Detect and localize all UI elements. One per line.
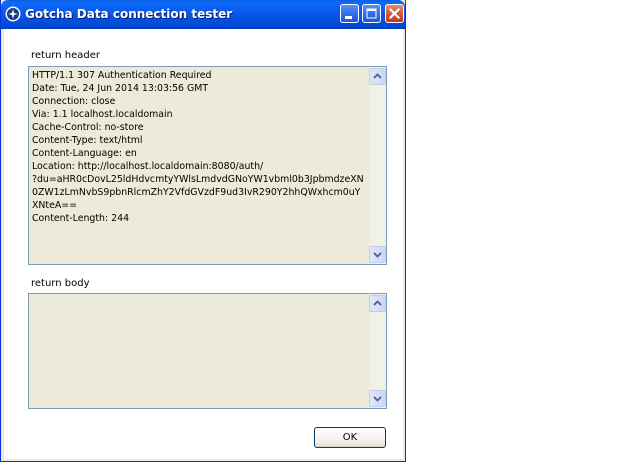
- close-icon: [388, 7, 401, 20]
- header-line: XNteA==: [32, 200, 78, 211]
- return-body-textarea[interactable]: [28, 293, 387, 409]
- header-scroll-up-button[interactable]: [369, 68, 386, 85]
- header-line: 0ZW1zLmNvbS9pbnRlcmZhY2VfdGVzdF9ud3IvR29…: [32, 187, 361, 198]
- body-scroll-up-button[interactable]: [369, 295, 386, 312]
- chevron-down-icon: [373, 396, 382, 402]
- header-line: Content-Length: 244: [32, 213, 130, 224]
- header-line: ?du=aHR0cDovL25ldHdvcmtyYWlsLmdvdGNoYW1v…: [32, 174, 364, 185]
- chevron-up-icon: [373, 300, 382, 306]
- header-scroll-down-button[interactable]: [369, 246, 386, 263]
- header-line: HTTP/1.1 307 Authentication Required: [32, 70, 212, 81]
- title-bar[interactable]: Gotcha Data connection tester: [1, 0, 405, 29]
- minimize-icon: [345, 16, 352, 19]
- body-scroll-down-button[interactable]: [369, 390, 386, 407]
- return-header-label: return header: [31, 50, 100, 61]
- header-vertical-scrollbar[interactable]: [369, 67, 386, 264]
- return-header-textarea[interactable]: HTTP/1.1 307 Authentication Required Date…: [28, 66, 387, 265]
- chevron-down-icon: [373, 252, 382, 258]
- window-title: Gotcha Data connection tester: [25, 7, 233, 21]
- dialog-window: Gotcha Data connection tester return hea…: [0, 0, 406, 462]
- body-vertical-scrollbar[interactable]: [369, 294, 386, 408]
- minimize-button[interactable]: [340, 4, 359, 23]
- return-body-label: return body: [31, 278, 90, 289]
- header-line: Content-Language: en: [32, 148, 137, 159]
- chevron-up-icon: [373, 73, 382, 79]
- app-icon: [5, 6, 21, 22]
- header-line: Location: http://localhost.localdomain:8…: [32, 161, 264, 172]
- close-button[interactable]: [385, 4, 404, 23]
- maximize-icon: [366, 8, 377, 19]
- header-line: Cache-Control: no-store: [32, 122, 144, 133]
- return-header-text: HTTP/1.1 307 Authentication Required Date…: [32, 69, 366, 225]
- header-line: Content-Type: text/html: [32, 135, 143, 146]
- maximize-button[interactable]: [362, 4, 381, 23]
- header-line: Date: Tue, 24 Jun 2014 13:03:56 GMT: [32, 83, 209, 94]
- header-line: Via: 1.1 localhost.localdomain: [32, 109, 173, 120]
- header-line: Connection: close: [32, 96, 116, 107]
- ok-button[interactable]: OK: [314, 427, 386, 448]
